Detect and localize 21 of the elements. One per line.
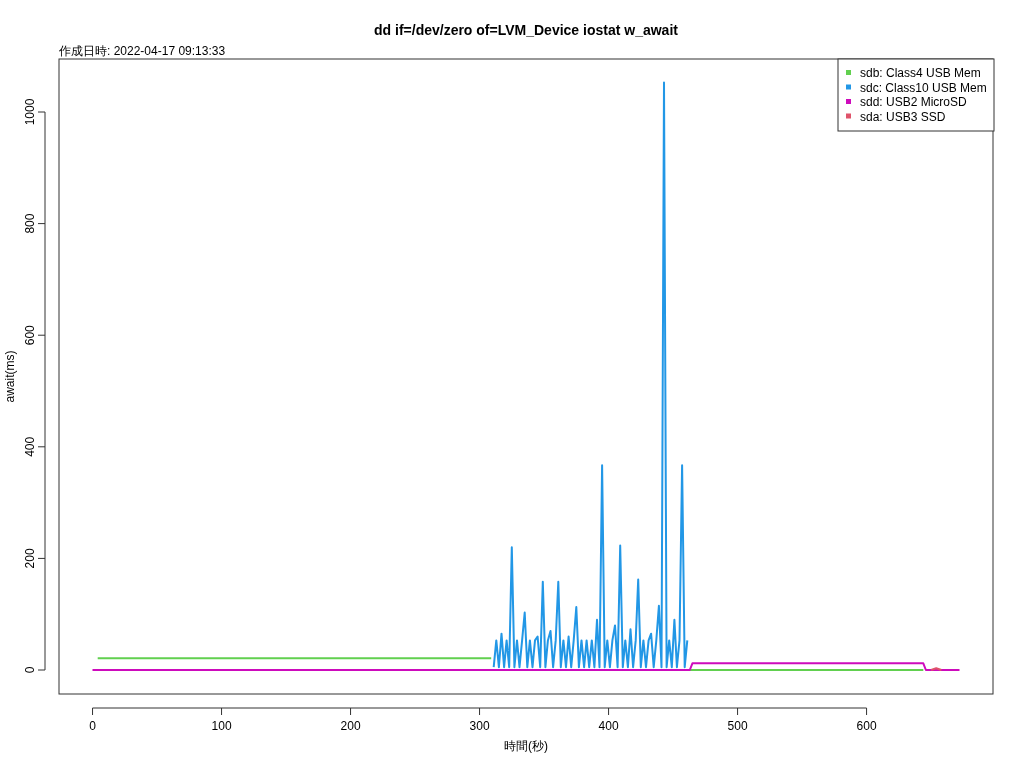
y-tick-label: 800	[23, 213, 37, 234]
x-tick-label: 300	[469, 719, 490, 733]
x-tick-label: 100	[211, 719, 232, 733]
y-tick-label: 400	[23, 436, 37, 457]
y-axis-label: await(ms)	[3, 350, 17, 403]
x-tick-label: 600	[856, 719, 877, 733]
x-tick-label: 500	[727, 719, 748, 733]
legend-label: sdd: USB2 MicroSD	[860, 95, 967, 109]
legend-label: sdb: Class4 USB Mem	[860, 66, 981, 80]
y-tick-label: 600	[23, 325, 37, 346]
y-tick-label: 200	[23, 548, 37, 569]
x-tick-label: 200	[340, 719, 361, 733]
x-tick-label: 400	[598, 719, 619, 733]
x-axis-label: 時間(秒)	[504, 739, 548, 753]
x-tick-label: 0	[89, 719, 96, 733]
legend-label: sda: USB3 SSD	[860, 109, 946, 124]
y-tick-label: 0	[23, 666, 37, 674]
timestamp-text: 作成日時: 2022-04-17 09:13:33	[59, 44, 226, 58]
legend-label: sdc: Class10 USB Mem	[860, 80, 987, 95]
chart-title: dd if=/dev/zero of=LVM_Device iostat w_await	[374, 22, 678, 38]
y-tick-label: 1000	[23, 98, 37, 126]
